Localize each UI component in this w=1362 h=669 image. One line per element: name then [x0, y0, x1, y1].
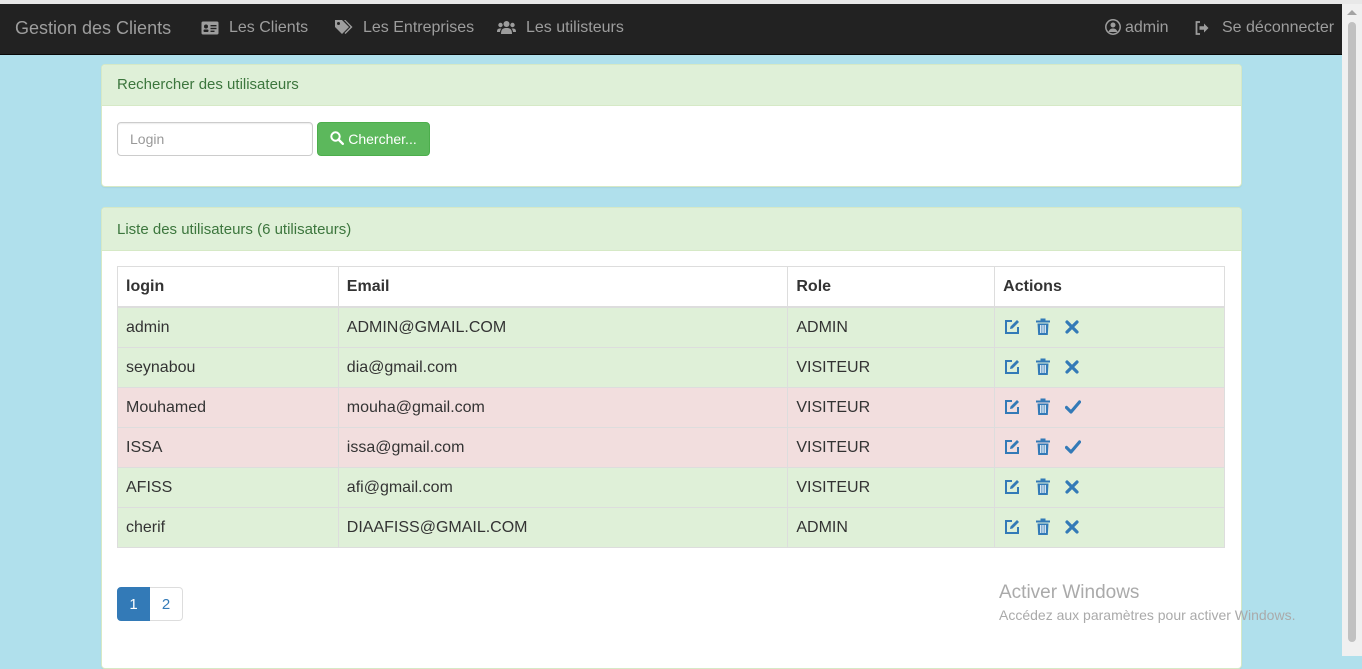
page-link-1[interactable]: 1	[117, 587, 150, 621]
nav-logout-label: Se déconnecter	[1222, 19, 1335, 36]
times-icon[interactable]	[1065, 320, 1079, 334]
table-row: ISSA issa@gmail.com VISITEUR	[117, 427, 1225, 468]
check-icon[interactable]	[1065, 440, 1082, 454]
nav-link-clients-label: Les Clients	[229, 19, 309, 36]
scrollbar-thumb[interactable]	[1348, 22, 1356, 642]
cell-email: dia@gmail.com	[337, 347, 789, 388]
edit-icon[interactable]	[1003, 478, 1021, 496]
cell-role: ADMIN	[787, 507, 996, 548]
cell-login: ISSA	[117, 427, 339, 468]
cell-actions	[994, 387, 1225, 428]
cell-email: issa@gmail.com	[337, 427, 789, 468]
times-icon[interactable]	[1065, 520, 1079, 534]
cell-actions	[994, 467, 1225, 508]
cell-login: cherif	[117, 507, 339, 548]
users-list-heading: Liste des utilisateurs (6 utilisateurs)	[102, 208, 1241, 251]
nav-link-entreprises[interactable]: Les Entreprises	[334, 19, 474, 37]
cell-role: VISITEUR	[787, 347, 996, 388]
times-icon[interactable]	[1065, 480, 1079, 494]
cell-actions	[994, 427, 1225, 468]
nav-user-admin[interactable]: admin	[1105, 19, 1169, 37]
edit-icon[interactable]	[1003, 438, 1021, 456]
login-search-input[interactable]	[117, 122, 313, 156]
cell-email: ADMIN@GMAIL.COM	[337, 306, 789, 348]
users-table: login Email Role Actions admin ADMIN@GMAI…	[117, 266, 1225, 548]
column-header-email: Email	[337, 266, 789, 308]
table-row: AFISS afi@gmail.com VISITEUR	[117, 467, 1225, 508]
search-button[interactable]: Chercher...	[317, 122, 430, 156]
search-icon	[330, 130, 345, 148]
trash-icon[interactable]	[1035, 518, 1051, 536]
id-card-icon	[201, 21, 219, 35]
search-button-label: Chercher...	[348, 131, 417, 147]
table-row: admin ADMIN@GMAIL.COM ADMIN	[117, 306, 1225, 348]
table-row: seynabou dia@gmail.com VISITEUR	[117, 347, 1225, 388]
cell-login: seynabou	[117, 347, 339, 388]
cell-email: DIAAFISS@GMAIL.COM	[337, 507, 789, 548]
table-header-row: login Email Role Actions	[117, 266, 1225, 308]
scroll-up-arrow-icon[interactable]	[1347, 10, 1357, 15]
nav-link-utilisateurs-label: Les utilisteurs	[526, 19, 624, 36]
user-circle-icon	[1105, 19, 1121, 35]
table-row: cherif DIAAFISS@GMAIL.COM ADMIN	[117, 507, 1225, 548]
nav-link-clients[interactable]: Les Clients	[201, 19, 308, 37]
search-panel-heading: Rechercher des utilisateurs	[102, 65, 1241, 106]
column-header-role: Role	[787, 266, 996, 308]
navbar-brand[interactable]: Gestion des Clients	[15, 18, 171, 39]
trash-icon[interactable]	[1035, 358, 1051, 376]
cell-actions	[994, 507, 1225, 548]
column-header-actions: Actions	[994, 266, 1225, 308]
trash-icon[interactable]	[1035, 478, 1051, 496]
check-icon[interactable]	[1065, 400, 1082, 414]
users-table-body: admin ADMIN@GMAIL.COM ADMIN seynabou dia@gma…	[117, 306, 1225, 548]
edit-icon[interactable]	[1003, 398, 1021, 416]
cell-login: AFISS	[117, 467, 339, 508]
nav-link-utilisateurs[interactable]: Les utilisteurs	[497, 19, 624, 37]
search-panel: Rechercher des utilisateurs Chercher...	[101, 64, 1242, 187]
cell-role: ADMIN	[787, 306, 996, 348]
top-navbar: Gestion des Clients Les Clients Les Entr…	[0, 4, 1342, 55]
cell-email: afi@gmail.com	[337, 467, 789, 508]
cell-role: VISITEUR	[787, 427, 996, 468]
vertical-scrollbar[interactable]	[1342, 4, 1362, 656]
trash-icon[interactable]	[1035, 318, 1051, 336]
cell-role: VISITEUR	[787, 467, 996, 508]
page-link-2[interactable]: 2	[150, 587, 183, 621]
cell-actions	[994, 306, 1225, 348]
sign-out-icon	[1195, 21, 1209, 35]
cell-role: VISITEUR	[787, 387, 996, 428]
times-icon[interactable]	[1065, 360, 1079, 374]
cell-actions	[994, 347, 1225, 388]
cell-email: mouha@gmail.com	[337, 387, 789, 428]
nav-link-entreprises-label: Les Entreprises	[363, 19, 475, 36]
nav-logout[interactable]: Se déconnecter	[1195, 19, 1334, 37]
pagination: 1 2	[117, 587, 183, 621]
edit-icon[interactable]	[1003, 358, 1021, 376]
table-row: Mouhamed mouha@gmail.com VISITEUR	[117, 387, 1225, 428]
trash-icon[interactable]	[1035, 398, 1051, 416]
nav-user-label: admin	[1125, 19, 1169, 36]
column-header-login: login	[117, 266, 339, 308]
edit-icon[interactable]	[1003, 518, 1021, 536]
trash-icon[interactable]	[1035, 438, 1051, 456]
edit-icon[interactable]	[1003, 318, 1021, 336]
users-icon	[497, 20, 516, 35]
users-list-panel: Liste des utilisateurs (6 utilisateurs) …	[101, 207, 1242, 669]
tags-icon	[334, 19, 353, 35]
cell-login: admin	[117, 306, 339, 348]
cell-login: Mouhamed	[117, 387, 339, 428]
